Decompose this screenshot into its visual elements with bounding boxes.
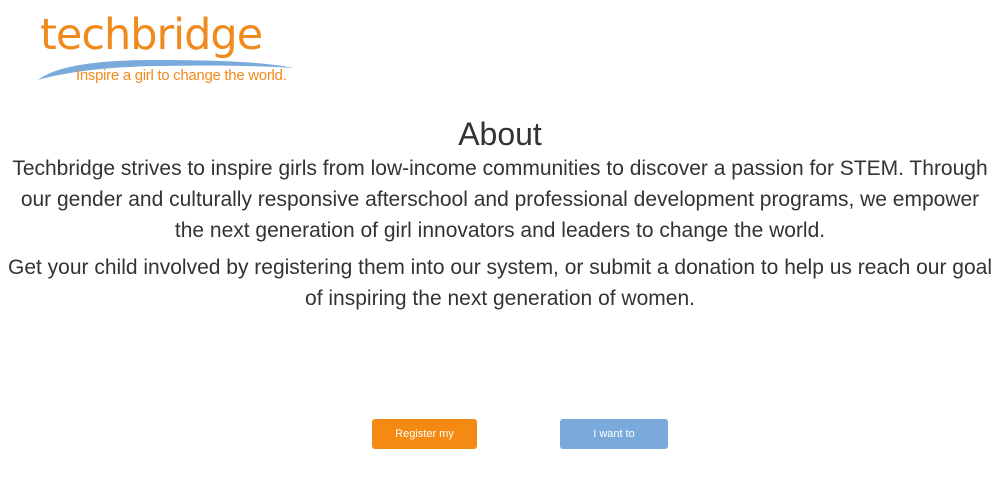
logo-tagline: Inspire a girl to change the world. bbox=[76, 67, 287, 84]
about-call-to-action-text: Get your child involved by registering t… bbox=[7, 256, 993, 310]
about-mission-text: Techbridge strives to inspire girls from… bbox=[12, 157, 988, 242]
register-child-button[interactable]: Register my Child bbox=[372, 419, 477, 470]
techbridge-logo[interactable]: techbridge Inspire a girl to change the … bbox=[36, 10, 296, 90]
about-heading: About bbox=[458, 116, 542, 152]
volunteer-button[interactable]: I want to Volunteer bbox=[560, 419, 668, 470]
about-section: About Techbridge strives to inspire girl… bbox=[0, 115, 1000, 320]
logo-wordmark: techbridge bbox=[40, 10, 263, 60]
page: techbridge Inspire a girl to change the … bbox=[0, 0, 1000, 483]
